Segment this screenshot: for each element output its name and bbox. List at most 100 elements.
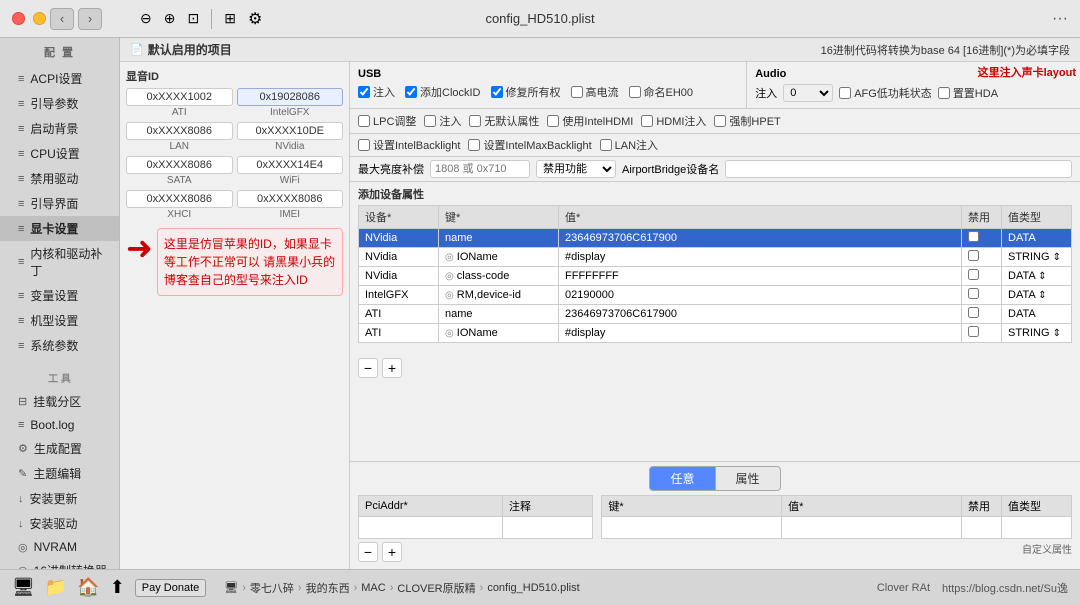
sidebar-item-update[interactable]: ↓ 安装更新 bbox=[0, 486, 119, 511]
sidebar-item-bootbg[interactable]: ≡ 启动背景 bbox=[0, 116, 119, 141]
id-field-nvidia[interactable]: 0xXXXX10DE bbox=[237, 122, 344, 140]
forward-button[interactable]: › bbox=[78, 8, 102, 30]
key-cell: ◎ class-code bbox=[439, 267, 559, 286]
table-row[interactable]: ATI ◎ IOName #display STRING ⇕ bbox=[359, 324, 1072, 343]
inject-opt-checkbox[interactable]: 注入 bbox=[424, 113, 461, 129]
id-field-intelgfx[interactable]: 0x19028086 bbox=[237, 88, 344, 106]
donate-button[interactable]: Pay Donate bbox=[135, 579, 206, 597]
sidebar-item-nvram[interactable]: ◎ NVRAM bbox=[0, 536, 119, 558]
id-field-lan[interactable]: 0xXXXX8086 bbox=[126, 122, 233, 140]
sidebar-item-acpi[interactable]: ≡ ACPI设置 bbox=[0, 66, 119, 91]
value-cell[interactable] bbox=[782, 517, 962, 539]
table-row[interactable]: NVidia ◎ IOName #display STRING ⇕ bbox=[359, 248, 1072, 267]
table-row[interactable]: NVidia name 23646973706C617900 DATA bbox=[359, 229, 1072, 248]
value-cell: #display bbox=[559, 248, 962, 267]
brightness-input[interactable] bbox=[430, 160, 530, 178]
sidebar-item-model[interactable]: ≡ 机型设置 bbox=[0, 308, 119, 333]
table-row[interactable]: IntelGFX ◎ RM,device-id 02190000 DATA ⇕ bbox=[359, 286, 1072, 305]
sidebar-item-genconfig[interactable]: ⚙ 生成配置 bbox=[0, 436, 119, 461]
hdmi-inject-checkbox[interactable]: HDMI注入 bbox=[641, 113, 706, 129]
sidebar-item-kernel[interactable]: ≡ 内核和驱动补丁 bbox=[0, 241, 119, 283]
breadcrumb-item[interactable]: 我的东西 bbox=[306, 580, 350, 596]
sidebar-item-bootargs[interactable]: ≡ 引导参数 bbox=[0, 91, 119, 116]
lpc-checkbox[interactable]: LPC调整 bbox=[358, 113, 416, 129]
share-icon[interactable]: ⬆ bbox=[110, 577, 125, 598]
type-cell: STRING ⇕ bbox=[1002, 324, 1072, 343]
sidebar-item-hex[interactable]: ◎ 16进制转换器 bbox=[0, 558, 119, 569]
disabled-cell[interactable] bbox=[962, 517, 1002, 539]
intel-hdmi-checkbox[interactable]: 使用IntelHDMI bbox=[547, 113, 633, 129]
back-button[interactable]: ‹ bbox=[50, 8, 74, 30]
tab-properties[interactable]: 属性 bbox=[716, 466, 781, 491]
disabled-cell[interactable] bbox=[962, 324, 1002, 343]
id-field-wifi[interactable]: 0xXXXX14E4 bbox=[237, 156, 344, 174]
sidebar-item-mount[interactable]: ⊟ 挂载分区 bbox=[0, 389, 119, 414]
terminal-icon[interactable]: 🖥 bbox=[12, 577, 35, 598]
disabled-cell[interactable] bbox=[962, 305, 1002, 324]
comment-cell[interactable] bbox=[503, 517, 593, 539]
breadcrumb-item[interactable]: CLOVER原版精 bbox=[397, 580, 475, 596]
intel-max-backlight-checkbox[interactable]: 设置IntelMaxBacklight bbox=[468, 137, 591, 153]
usb-highcurrent-checkbox[interactable]: 高电流 bbox=[571, 84, 619, 100]
zoom-in-icon[interactable]: ⊕ bbox=[164, 10, 176, 27]
sidebar-item-sysparams[interactable]: ≡ 系统参数 bbox=[0, 333, 119, 358]
type-cell[interactable] bbox=[1002, 517, 1072, 539]
pciaddr-cell[interactable] bbox=[359, 517, 503, 539]
audio-inject-select[interactable]: 0 bbox=[783, 84, 833, 102]
pciaddr-remove-button[interactable]: − bbox=[358, 542, 378, 562]
sidebar-item-disable-driver[interactable]: ≡ 禁用驱动 bbox=[0, 166, 119, 191]
force-hpet-checkbox[interactable]: 强制HPET bbox=[714, 113, 780, 129]
home-icon[interactable]: 🏠 bbox=[77, 577, 99, 598]
disabled-cell[interactable] bbox=[962, 286, 1002, 305]
sidebar-item-cpu[interactable]: ≡ CPU设置 bbox=[0, 141, 119, 166]
table-row[interactable] bbox=[602, 517, 1072, 539]
bridge-input[interactable] bbox=[725, 160, 1072, 178]
intel-backlight-checkbox[interactable]: 设置IntelBacklight bbox=[358, 137, 460, 153]
id-field-imei[interactable]: 0xXXXX8086 bbox=[237, 190, 344, 208]
breadcrumb-item[interactable]: MAC bbox=[361, 582, 385, 594]
id-cell-xhci: 0xXXXX8086 XHCI bbox=[126, 190, 233, 220]
breadcrumb-item-file[interactable]: config_HD510.plist bbox=[487, 582, 579, 594]
usb-fixown-checkbox[interactable]: 修复所有权 bbox=[491, 84, 561, 100]
usb-inject-checkbox[interactable]: 注入 bbox=[358, 84, 395, 100]
sidebar-item-graphics[interactable]: ≡ 显卡设置 bbox=[0, 216, 119, 241]
lan-inject-checkbox[interactable]: LAN注入 bbox=[600, 137, 658, 153]
col-type: 值类型 bbox=[1002, 206, 1072, 229]
value-cell: FFFFFFFF bbox=[559, 267, 962, 286]
sidebar-item-install-driver[interactable]: ↓ 安装驱动 bbox=[0, 511, 119, 536]
disabled-cell[interactable] bbox=[962, 229, 1002, 248]
no-default-prop-checkbox[interactable]: 无默认属性 bbox=[469, 113, 539, 129]
key-cell[interactable] bbox=[602, 517, 782, 539]
afg-checkbox[interactable]: AFG低功耗状态 bbox=[839, 85, 932, 101]
settings-icon[interactable]: ⚙ bbox=[248, 9, 262, 29]
sidebar-item-theme[interactable]: ✎ 主题编辑 bbox=[0, 461, 119, 486]
sidebar-item-vars[interactable]: ≡ 变量设置 bbox=[0, 283, 119, 308]
minimize-button[interactable] bbox=[33, 12, 46, 25]
disabled-cell[interactable] bbox=[962, 248, 1002, 267]
usb-nameh00-checkbox[interactable]: 命名EH00 bbox=[629, 84, 694, 100]
more-options-button[interactable]: ··· bbox=[1052, 10, 1068, 28]
window-icon[interactable]: ⊡ bbox=[187, 10, 199, 27]
disable-select[interactable]: 禁用功能 bbox=[536, 160, 616, 178]
id-field-xhci[interactable]: 0xXXXX8086 bbox=[126, 190, 233, 208]
tab-arbitrary[interactable]: 任意 bbox=[649, 466, 715, 491]
close-button[interactable] bbox=[12, 12, 25, 25]
usb-clockid-checkbox[interactable]: 添加ClockID bbox=[405, 84, 481, 100]
sidebar-item-bootlog[interactable]: ≡ Boot.log bbox=[0, 414, 119, 436]
folder-icon[interactable]: 📁 bbox=[45, 577, 67, 598]
remove-row-button[interactable]: − bbox=[358, 358, 378, 378]
sidebar-item-boot-ui[interactable]: ≡ 引导界面 bbox=[0, 191, 119, 216]
link-icon[interactable]: ⊞ bbox=[224, 10, 236, 27]
table-row[interactable]: NVidia ◎ class-code FFFFFFFF DATA ⇕ bbox=[359, 267, 1072, 286]
id-field-sata[interactable]: 0xXXXX8086 bbox=[126, 156, 233, 174]
hda-checkbox[interactable]: 置置HDA bbox=[938, 85, 998, 101]
id-field-ati[interactable]: 0xXXXX1002 bbox=[126, 88, 233, 106]
brightness-label: 最大亮度补偿 bbox=[358, 161, 424, 177]
pciaddr-add-button[interactable]: + bbox=[382, 542, 402, 562]
add-row-button[interactable]: + bbox=[382, 358, 402, 378]
table-row[interactable]: ATI name 23646973706C617900 DATA bbox=[359, 305, 1072, 324]
table-row[interactable] bbox=[359, 517, 593, 539]
disabled-cell[interactable] bbox=[962, 267, 1002, 286]
breadcrumb-item[interactable]: 零七八碎 bbox=[250, 580, 294, 596]
zoom-out-icon[interactable]: ⊖ bbox=[140, 10, 152, 27]
